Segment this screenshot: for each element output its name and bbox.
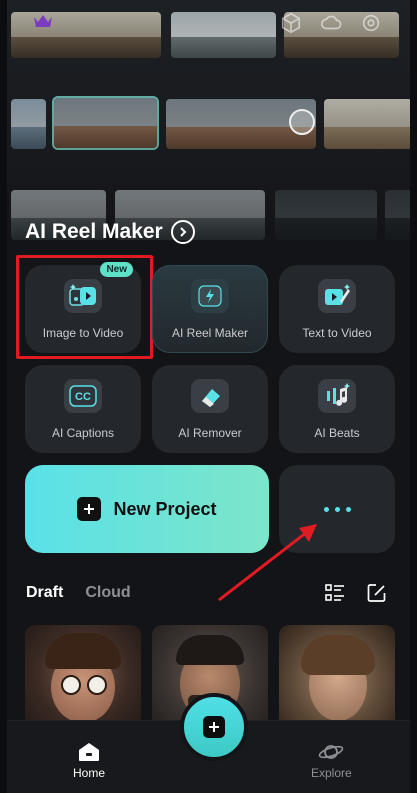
text-to-video-icon — [318, 279, 356, 313]
chevron-right-icon — [170, 220, 195, 244]
hair — [176, 635, 244, 665]
ai-reel-maker-icon — [191, 279, 229, 313]
eye — [61, 675, 81, 695]
app-frame: AI Reel Maker New Image to Video AI Reel — [7, 0, 410, 793]
hair — [301, 635, 375, 675]
tab-draft[interactable]: Draft — [26, 584, 63, 602]
eye — [87, 675, 107, 695]
music-note-icon — [318, 379, 356, 413]
section-title: AI Reel Maker — [25, 220, 163, 243]
nav-explore-label: Explore — [311, 766, 352, 780]
red-arrow-annotation — [218, 524, 317, 602]
tile-label: AI Reel Maker — [171, 326, 249, 340]
dot — [345, 506, 351, 512]
text-to-video-tile[interactable]: Text to Video — [279, 265, 395, 353]
nav-home-label: Home — [73, 766, 106, 780]
tile-label: AI Captions — [51, 426, 115, 440]
cloud-icon[interactable] — [320, 12, 342, 34]
create-fab-button[interactable] — [180, 693, 248, 761]
planet-icon — [319, 745, 344, 759]
cube-icon[interactable] — [280, 12, 302, 34]
hero-collage — [7, 0, 410, 250]
ai-beats-tile[interactable]: AI Beats — [279, 365, 395, 453]
hair — [45, 633, 121, 669]
settings-icon[interactable] — [360, 12, 382, 34]
hero-overlay — [7, 0, 410, 250]
plus-icon — [203, 716, 225, 738]
home-icon — [79, 743, 99, 761]
svg-text:CC: CC — [75, 391, 91, 403]
ai-reel-maker-tile[interactable]: AI Reel Maker — [152, 265, 268, 353]
crown-icon[interactable] — [33, 13, 53, 29]
new-project-label: New Project — [113, 498, 217, 519]
edit-icon[interactable] — [367, 583, 387, 603]
highlight-box — [16, 255, 153, 359]
tile-label: Text to Video — [302, 326, 372, 340]
ai-captions-tile[interactable]: CC AI Captions — [25, 365, 141, 453]
list-view-icon[interactable] — [325, 583, 345, 603]
tile-label: AI Remover — [178, 426, 242, 440]
draft-thumbnail[interactable] — [279, 625, 395, 735]
tab-cloud[interactable]: Cloud — [85, 584, 130, 602]
draft-thumbnail[interactable]: 2024-06 — [25, 625, 141, 735]
tile-label: AI Beats — [314, 426, 360, 440]
ai-remover-tile[interactable]: AI Remover — [152, 365, 268, 453]
draft-tabs: Draft Cloud — [26, 584, 131, 602]
nav-explore[interactable]: Explore — [311, 742, 352, 780]
plus-icon — [77, 497, 102, 521]
nav-home[interactable]: Home — [73, 742, 105, 780]
eraser-icon — [191, 379, 229, 413]
ai-reel-maker-link[interactable]: AI Reel Maker — [25, 220, 195, 244]
select-circle[interactable] — [289, 109, 315, 135]
captions-icon: CC — [64, 379, 102, 413]
